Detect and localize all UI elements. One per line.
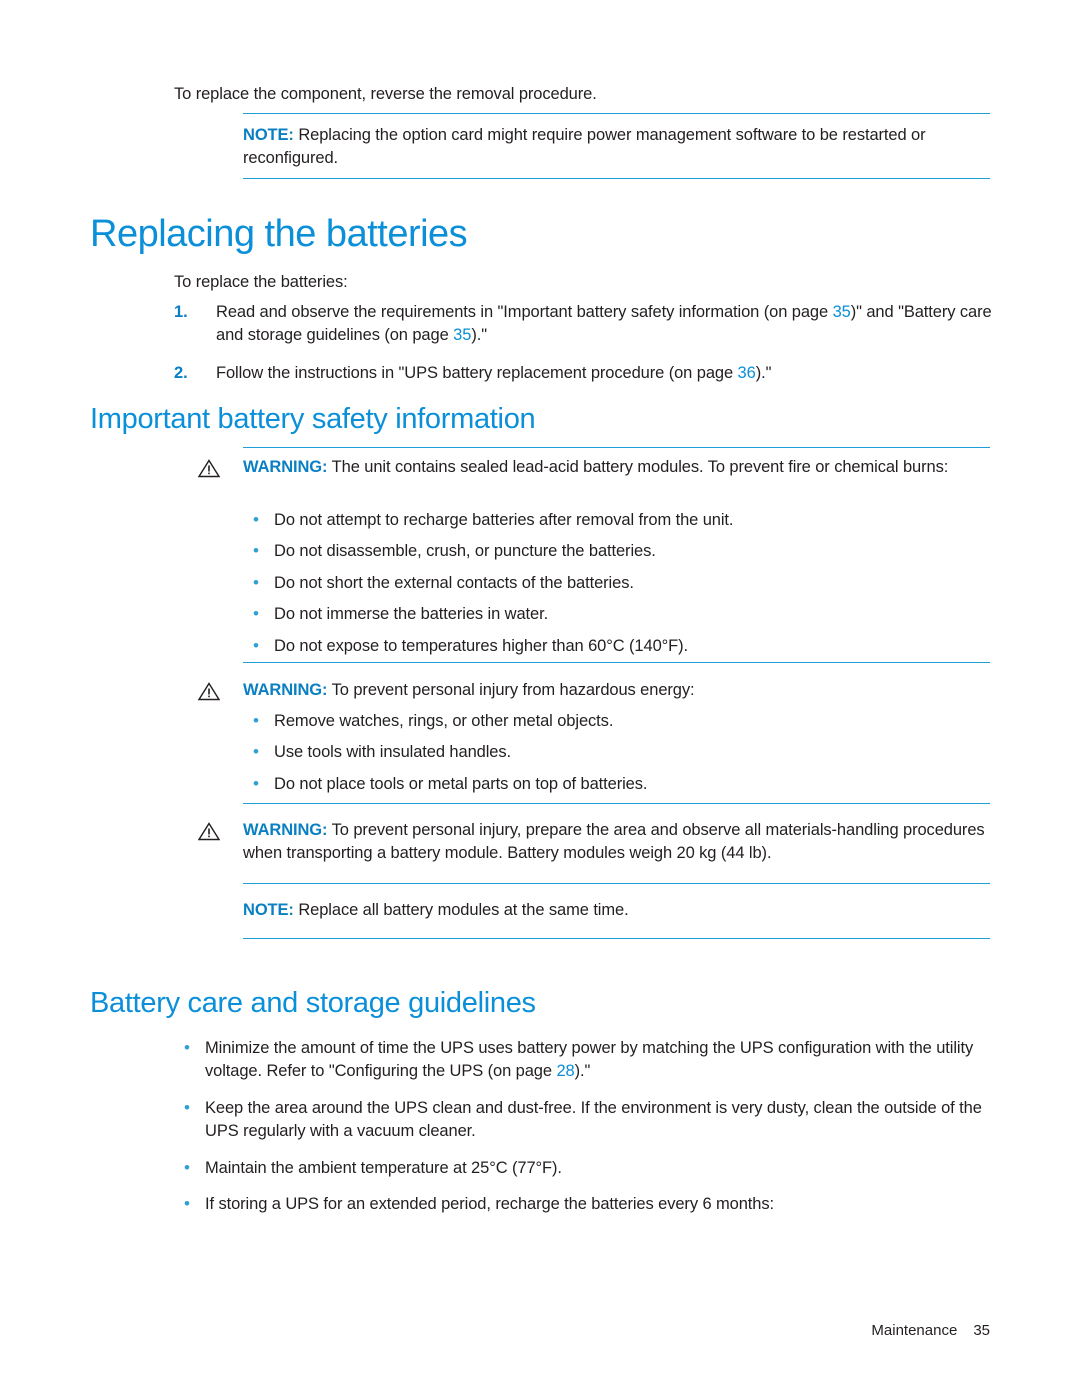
note-top-label: NOTE: <box>243 126 294 144</box>
step-text-part3: )." <box>471 326 487 345</box>
heading-battery-care: Battery care and storage guidelines <box>90 987 536 1019</box>
list-item: Do not place tools or metal parts on top… <box>243 772 990 797</box>
note-top-rule-lower <box>243 178 990 179</box>
warning2-bullets: Remove watches, rings, or other metal ob… <box>243 709 990 804</box>
warning1-rule-upper <box>243 447 990 448</box>
intro-paragraph: To replace the component, reverse the re… <box>174 85 597 103</box>
note-top: NOTE: Replacing the option card might re… <box>243 124 990 171</box>
heading-battery-safety: Important battery safety information <box>90 403 536 435</box>
list-item: If storing a UPS for an extended period,… <box>174 1192 994 1217</box>
list-item: Keep the area around the UPS clean and d… <box>174 1096 994 1144</box>
note-top-text: Replacing the option card might require … <box>243 126 926 168</box>
cross-reference[interactable]: 36 <box>738 364 756 382</box>
note-top-rule-upper <box>243 113 990 114</box>
page-footer: Maintenance 35 <box>871 1322 990 1339</box>
warning1-rule-lower <box>243 662 990 663</box>
warning-triangle-icon <box>198 459 220 478</box>
list-item: 1. Read and observe the requirements in … <box>174 301 994 348</box>
cross-reference[interactable]: 35 <box>453 326 471 344</box>
list-item: Do not immerse the batteries in water. <box>243 602 990 627</box>
warning3-text: To prevent personal injury, prepare the … <box>243 821 985 863</box>
list-item: Maintain the ambient temperature at 25°C… <box>174 1156 994 1181</box>
warning1-bullets: Do not attempt to recharge batteries aft… <box>243 508 990 666</box>
list-item: Minimize the amount of time the UPS uses… <box>174 1036 994 1084</box>
step-number: 2. <box>174 363 188 382</box>
list-item: Use tools with insulated handles. <box>243 740 990 765</box>
heading-replacing-batteries: Replacing the batteries <box>90 213 468 255</box>
warning-block-2: WARNING: To prevent personal injury from… <box>198 679 990 702</box>
replace-steps-list: 1. Read and observe the requirements in … <box>174 301 994 394</box>
list-item: Remove watches, rings, or other metal ob… <box>243 709 990 734</box>
warning-block-3: WARNING: To prevent personal injury, pre… <box>198 819 990 866</box>
warning3-label: WARNING: <box>243 821 328 839</box>
step-text-part1: Follow the instructions in "UPS battery … <box>216 363 738 382</box>
warning1-text: The unit contains sealed lead-acid batte… <box>331 458 949 476</box>
warning3-rule-lower <box>243 883 990 884</box>
cross-reference[interactable]: 28 <box>556 1062 574 1080</box>
note-bottom-rule-lower <box>243 938 990 939</box>
document-page: To replace the component, reverse the re… <box>0 0 1080 1397</box>
step-text-part1: Read and observe the requirements in "Im… <box>216 303 833 321</box>
lead-in-text: To replace the batteries: <box>174 273 348 291</box>
footer-page-number: 35 <box>973 1322 990 1339</box>
list-item: Do not expose to temperatures higher tha… <box>243 634 990 659</box>
warning-triangle-icon <box>198 822 220 841</box>
cross-reference[interactable]: 35 <box>833 303 851 321</box>
note-bottom: NOTE: Replace all battery modules at the… <box>243 899 990 922</box>
care-bullets: Minimize the amount of time the UPS uses… <box>174 1036 994 1225</box>
list-item: Do not attempt to recharge batteries aft… <box>243 508 990 533</box>
warning2-label: WARNING: <box>243 681 328 699</box>
list-item: Do not disassemble, crush, or puncture t… <box>243 539 990 564</box>
list-item: Do not short the external contacts of th… <box>243 571 990 596</box>
warning2-text: To prevent personal injury from hazardou… <box>331 681 695 699</box>
warning2-rule-lower <box>243 803 990 804</box>
step-number: 1. <box>174 303 188 321</box>
warning-triangle-icon <box>198 682 220 701</box>
step-text-part2: )." <box>755 363 772 382</box>
warning-block-1: WARNING: The unit contains sealed lead-a… <box>198 456 990 479</box>
warning1-label: WARNING: <box>243 458 328 476</box>
list-item: 2. Follow the instructions in "UPS batte… <box>174 362 994 385</box>
note-bottom-label: NOTE: <box>243 901 294 919</box>
bullet-text-part2: )." <box>574 1062 591 1081</box>
note-bottom-text: Replace all battery modules at the same … <box>298 901 629 919</box>
footer-section-name: Maintenance <box>871 1322 958 1339</box>
